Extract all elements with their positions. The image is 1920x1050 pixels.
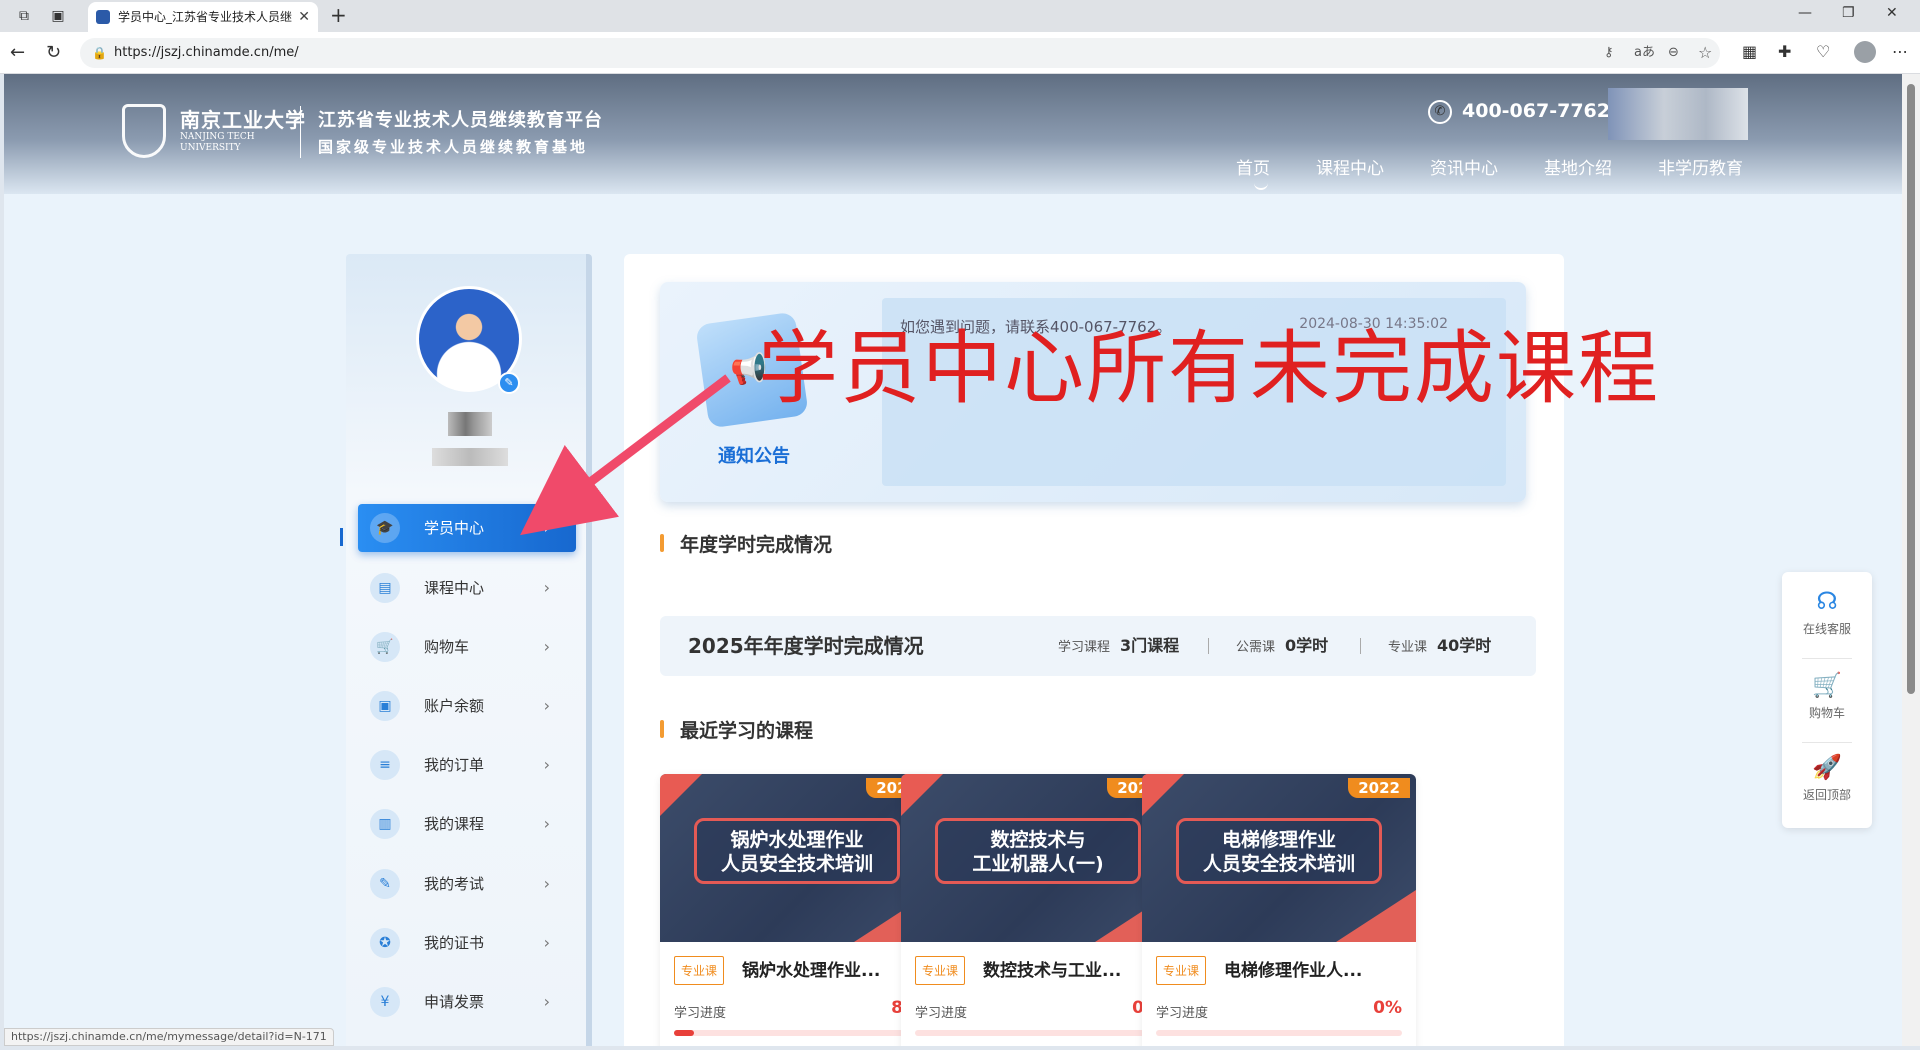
link-status-tooltip: https://jszj.chinamde.cn/me/mymessage/de…	[4, 1028, 334, 1046]
annotation-arrow	[520, 374, 731, 536]
annotation-text: 学员中心所有未完成课程	[758, 322, 1660, 415]
annotation-arrow-line	[520, 374, 731, 536]
